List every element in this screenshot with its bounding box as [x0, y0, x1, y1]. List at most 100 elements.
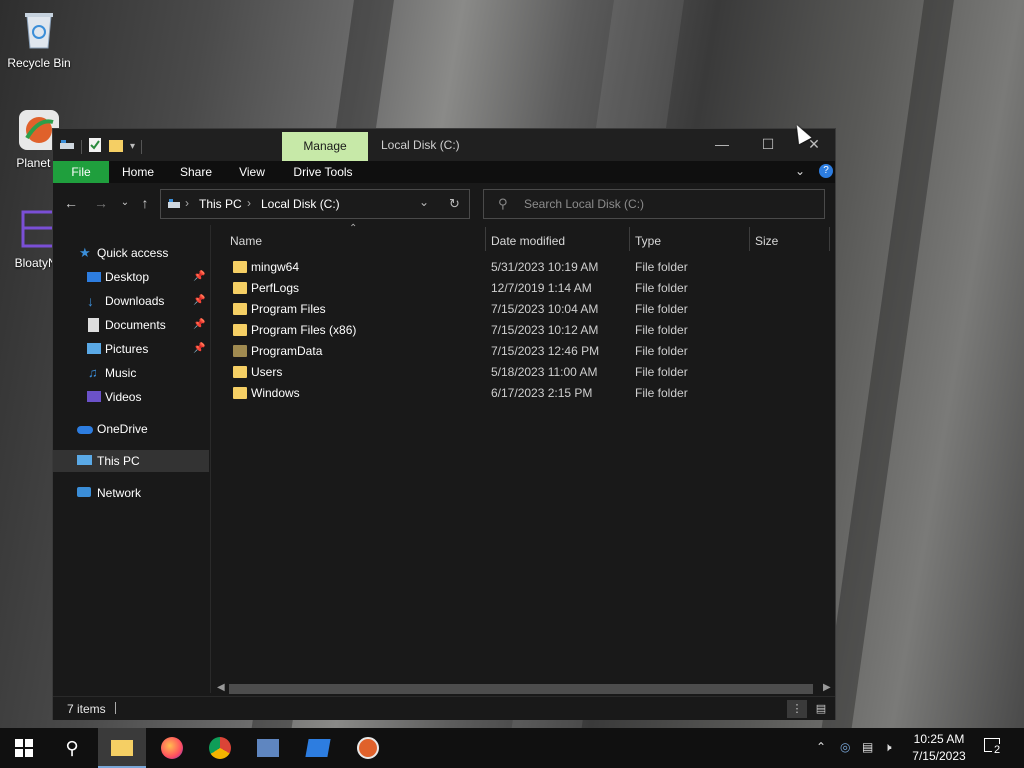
column-header-size[interactable]: Size: [755, 230, 778, 252]
hidden-folder-icon: [233, 345, 247, 357]
show-hidden-icons-icon[interactable]: ⌃: [816, 740, 826, 754]
pin-icon[interactable]: 📌: [193, 314, 205, 336]
sort-indicator-icon: ⌃: [349, 223, 358, 234]
file-name: mingw64: [251, 260, 300, 274]
scroll-right-icon[interactable]: ▶: [823, 682, 831, 693]
tab-view[interactable]: View: [229, 161, 275, 183]
breadcrumb-this-pc[interactable]: This PC: [199, 197, 242, 211]
taskbar-file-explorer[interactable]: [98, 728, 146, 768]
pin-icon[interactable]: 📌: [193, 266, 205, 288]
file-type: File folder: [635, 260, 688, 274]
breadcrumb-separator-icon[interactable]: ›: [247, 196, 251, 210]
sidebar-item-onedrive[interactable]: OneDrive: [53, 418, 209, 440]
tab-share[interactable]: Share: [173, 161, 219, 183]
details-view-button[interactable]: ⋮: [787, 700, 807, 718]
pin-icon[interactable]: 📌: [193, 338, 205, 360]
window-title: Local Disk (C:): [381, 138, 460, 152]
sidebar-item-videos[interactable]: Videos: [53, 386, 209, 408]
folder-icon: [233, 282, 247, 294]
remote-desktop-icon: [305, 739, 331, 757]
taskbar-planet[interactable]: [344, 728, 392, 768]
file-name: Users: [251, 365, 283, 379]
sidebar-item-pictures[interactable]: Pictures 📌: [53, 338, 209, 360]
taskbar-remote-desktop[interactable]: [294, 728, 342, 768]
title-bar[interactable]: ▾ Manage Local Disk (C:) — ☐ ✕: [53, 129, 835, 161]
tab-home[interactable]: Home: [115, 161, 161, 183]
quick-access-toolbar: ▾: [59, 137, 143, 156]
column-divider[interactable]: [749, 227, 750, 251]
address-history-dropdown-icon[interactable]: ⌄: [419, 195, 429, 209]
expand-ribbon-icon[interactable]: ⌄: [795, 164, 805, 178]
taskbar-network-tool[interactable]: [244, 728, 292, 768]
sidebar-item-downloads[interactable]: ↓ Downloads 📌: [53, 290, 209, 312]
search-box[interactable]: ⚲ Search Local Disk (C:): [483, 189, 825, 219]
new-folder-icon[interactable]: [108, 137, 124, 156]
tab-file[interactable]: File: [53, 161, 109, 183]
volume-muted-icon[interactable]: 🕨: [884, 740, 892, 755]
column-divider[interactable]: [485, 227, 486, 251]
table-row[interactable]: mingw64 5/31/2023 10:19 AM File folder: [229, 257, 819, 278]
column-header-type[interactable]: Type: [635, 230, 661, 252]
help-icon[interactable]: ?: [819, 164, 833, 178]
tab-drive-tools[interactable]: Drive Tools: [287, 161, 359, 183]
file-type: File folder: [635, 323, 688, 337]
sidebar-item-quick-access[interactable]: ★ Quick access: [53, 242, 209, 264]
file-list: ⌃ Name Date modified Type Size mingw64 5…: [211, 223, 835, 693]
sidebar-item-this-pc[interactable]: This PC: [53, 450, 209, 472]
back-button[interactable]: ←: [61, 193, 81, 213]
cloud-icon: [77, 426, 93, 434]
sidebar-item-label: Music: [105, 366, 137, 380]
network-status-icon[interactable]: ▤: [862, 740, 873, 754]
column-divider[interactable]: [829, 227, 830, 251]
pin-icon[interactable]: 📌: [193, 290, 205, 312]
up-button[interactable]: ↑: [135, 193, 155, 213]
navigation-pane: ★ Quick access Desktop 📌 ↓ Downloads 📌 D…: [53, 225, 211, 693]
vpn-icon[interactable]: ◎: [840, 740, 850, 754]
table-row[interactable]: ProgramData 7/15/2023 12:46 PM File fold…: [229, 341, 819, 362]
sidebar-item-desktop[interactable]: Desktop 📌: [53, 266, 209, 288]
ribbon-tabs: File Home Share View Drive Tools ⌄ ?: [53, 161, 835, 183]
system-clock[interactable]: 10:25 AM 7/15/2023: [908, 731, 970, 765]
desktop-icon-recycle-bin[interactable]: Recycle Bin: [1, 8, 77, 70]
scrollbar-thumb[interactable]: [229, 684, 813, 694]
scroll-left-icon[interactable]: ◀: [217, 682, 225, 693]
maximize-button[interactable]: ☐: [745, 129, 791, 159]
drive-icon[interactable]: [59, 138, 75, 155]
folder-icon: [233, 366, 247, 378]
customize-qat-icon[interactable]: ▾: [130, 141, 135, 152]
taskbar-chrome[interactable]: [196, 728, 244, 768]
status-separator: [115, 702, 116, 714]
table-row[interactable]: PerfLogs 12/7/2019 1:14 AM File folder: [229, 278, 819, 299]
action-center-button[interactable]: 2: [980, 736, 1010, 760]
breadcrumb-separator-icon[interactable]: ›: [185, 196, 189, 210]
address-bar[interactable]: › This PC › Local Disk (C:) ⌄ ↻: [160, 189, 470, 219]
breadcrumb-local-disk[interactable]: Local Disk (C:): [261, 197, 340, 211]
start-button[interactable]: [0, 728, 48, 768]
table-row[interactable]: Windows 6/17/2023 2:15 PM File folder: [229, 383, 819, 404]
download-icon: ↓: [87, 293, 94, 309]
sidebar-item-network[interactable]: Network: [53, 482, 209, 504]
refresh-icon[interactable]: ↻: [449, 196, 460, 212]
column-header-name[interactable]: Name: [230, 230, 262, 252]
star-icon: ★: [79, 245, 91, 260]
large-icons-view-button[interactable]: ▤: [811, 700, 831, 718]
minimize-button[interactable]: —: [699, 129, 745, 159]
network-icon: [77, 487, 91, 497]
horizontal-scrollbar[interactable]: ◀ ▶: [211, 682, 835, 696]
sidebar-item-documents[interactable]: Documents 📌: [53, 314, 209, 336]
table-row[interactable]: Users 5/18/2023 11:00 AM File folder: [229, 362, 819, 383]
desktop-icon-label: Recycle Bin: [7, 56, 71, 70]
drive-icon: [167, 198, 181, 213]
taskbar-search-button[interactable]: ⚲: [48, 728, 96, 768]
column-header-date-modified[interactable]: Date modified: [491, 230, 565, 252]
tab-manage[interactable]: Manage: [282, 132, 368, 161]
table-row[interactable]: Program Files 7/15/2023 10:04 AM File fo…: [229, 299, 819, 320]
recent-locations-button[interactable]: ⌄: [115, 193, 135, 213]
forward-button[interactable]: →: [91, 193, 111, 213]
table-row[interactable]: Program Files (x86) 7/15/2023 10:12 AM F…: [229, 320, 819, 341]
sidebar-item-music[interactable]: ♫ Music: [53, 362, 209, 384]
taskbar-firefox[interactable]: [148, 728, 196, 768]
properties-icon[interactable]: [88, 137, 102, 156]
column-divider[interactable]: [629, 227, 630, 251]
file-date: 12/7/2019 1:14 AM: [491, 281, 592, 295]
